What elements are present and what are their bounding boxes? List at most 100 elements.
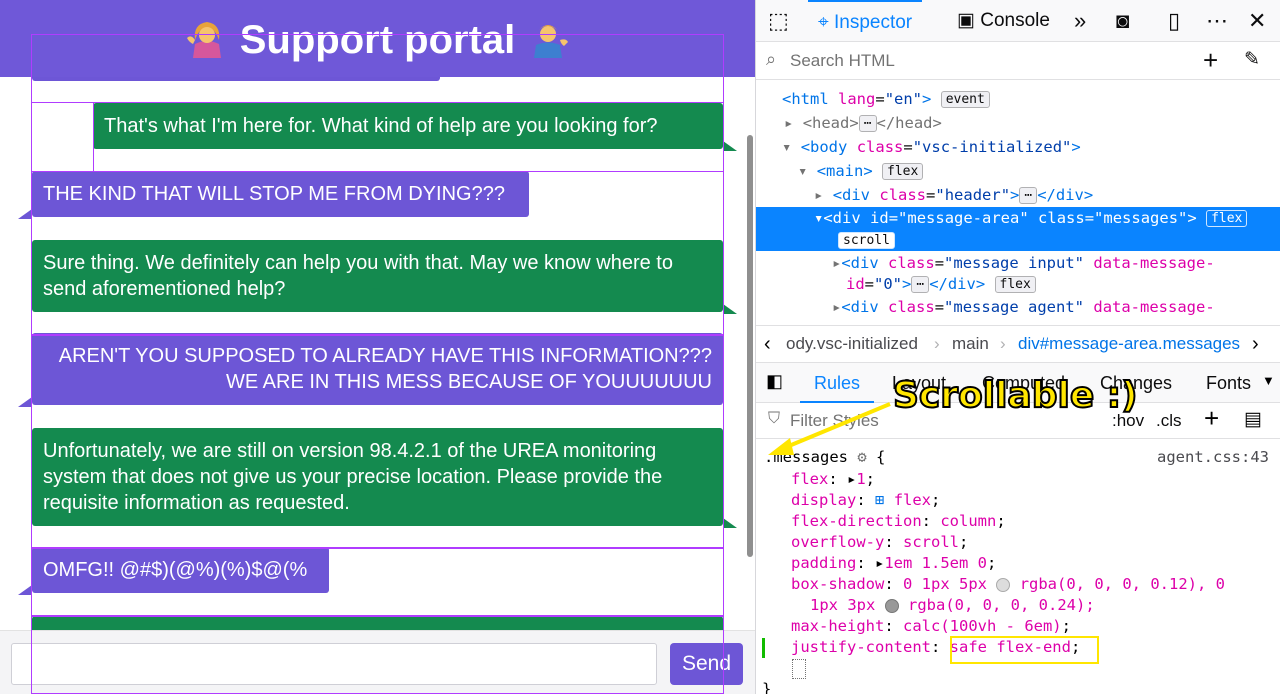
color-swatch-icon[interactable] [884, 598, 899, 613]
more-tabs-icon[interactable]: » [1074, 8, 1086, 34]
flex-badge[interactable]: flex [1206, 210, 1248, 227]
attr-value: "header" [935, 186, 1011, 204]
color-swatch-icon[interactable] [996, 577, 1011, 592]
markup-tree[interactable]: <html lang="en"> event ▸ <head> ⋯ </head> … [756, 80, 1280, 325]
expand-arrow-icon[interactable]: ▸ [832, 254, 841, 272]
sidebar-toggle-icon[interactable]: ◧ [766, 371, 783, 392]
declaration-display[interactable]: display: ⊞ flex; [791, 490, 940, 511]
tree-row-main[interactable]: ▾ <main> flex [756, 160, 1280, 182]
flex-badge[interactable]: flex [994, 276, 1036, 293]
chevron-down-icon[interactable]: ▼ [1262, 373, 1275, 388]
collapse-arrow-icon[interactable]: ▾ [782, 138, 791, 156]
message-input[interactable] [11, 643, 657, 685]
inspector-icon: ⌖ [818, 12, 829, 33]
declaration-box-shadow-cont[interactable]: 1px 3px rgba(0, 0, 0, 0.24); [810, 595, 1095, 616]
declaration-padding[interactable]: padding: ▸1em 1.5em 0; [791, 553, 996, 574]
tree-row-message-agent[interactable]: ▸<div class="message agent" data-message… [756, 296, 1280, 318]
search-icon: ⌕ [766, 49, 777, 69]
tab-fonts[interactable]: Fonts [1206, 363, 1251, 403]
header-title-text: Support portal [239, 18, 516, 62]
add-node-icon[interactable]: + [1203, 45, 1218, 76]
attr-name: class [888, 254, 935, 272]
message-agent-0: That's what I'm here for. What kind of h… [93, 103, 737, 151]
collapsed-badge[interactable]: ⋯ [1019, 187, 1038, 204]
attr-name: id [846, 275, 865, 293]
message-area[interactable]: That's what I'm here for. What kind of h… [0, 77, 755, 630]
rule-source-link[interactable]: agent.css:43 [1157, 447, 1269, 468]
support-app: That's what I'm here for. What kind of h… [0, 0, 755, 694]
cls-toggle[interactable]: .cls [1156, 411, 1182, 431]
eyedropper-icon[interactable]: ✎ [1244, 48, 1260, 71]
attr-value: "message agent" [944, 298, 1085, 316]
property-name: justify-content [791, 638, 931, 656]
filter-styles-input[interactable]: Filter Styles [790, 411, 879, 431]
annotation-label: Scrollable :) [892, 374, 1139, 417]
declaration-flex[interactable]: flex: ▸1; [791, 469, 875, 490]
tree-row-header-div[interactable]: ▸ <div class="header"> ⋯ </div> [756, 184, 1280, 206]
more-options-icon[interactable]: ⋯ [1206, 8, 1228, 34]
tab-console[interactable]: ▣ Console [951, 0, 1056, 42]
gear-icon[interactable]: ⚙ [857, 448, 866, 466]
breadcrumb-back-icon[interactable]: ‹ [764, 326, 771, 362]
tab-rules[interactable]: Rules [800, 363, 875, 403]
new-declaration-input[interactable] [792, 659, 806, 679]
declaration-flex-direction[interactable]: flex-direction: column; [791, 511, 1006, 532]
collapse-arrow-icon[interactable]: ▾ [814, 209, 823, 227]
property-name: flex-direction [791, 512, 922, 530]
message-agent-partial [32, 616, 723, 630]
close-icon[interactable]: ✕ [1248, 8, 1266, 34]
property-value: column [940, 512, 997, 530]
print-media-icon[interactable]: ▤ [1244, 408, 1262, 431]
attr-value: "0" [874, 275, 903, 293]
tag-name: <body [800, 138, 848, 156]
expand-arrow-icon[interactable]: ▸ [832, 298, 841, 316]
breadcrumb-item-body[interactable]: ody.vsc-initialized [786, 326, 918, 362]
tree-row-body[interactable]: ▾ <body class="vsc-initialized"> [756, 136, 1280, 158]
screenshot-icon[interactable]: ◙ [1116, 8, 1129, 34]
html-search-bar[interactable]: ⌕ Search HTML + ✎ [756, 42, 1280, 80]
scrollbar-thumb[interactable] [747, 135, 753, 557]
collapsed-badge[interactable]: ⋯ [858, 115, 877, 132]
devtools-panel: ⬚ ⌖ Inspector ▣ Console » ◙ ▯ ⋯ ✕ ⌕ Sear… [755, 0, 1280, 694]
collapse-arrow-icon[interactable]: ▾ [798, 162, 807, 180]
rule-selector[interactable]: .messages [764, 448, 848, 466]
property-name: box-shadow [791, 575, 885, 593]
property-value: calc(100vh - 6em) [903, 617, 1062, 635]
tree-row-message-area-selected[interactable]: ▾<div id="message-area" class="messages"… [756, 207, 1280, 251]
declaration-overflow-y[interactable]: overflow-y: scroll; [791, 532, 968, 553]
add-rule-icon[interactable]: + [1204, 403, 1219, 434]
flexbox-icon[interactable]: ⊞ [875, 491, 884, 509]
declaration-box-shadow[interactable]: box-shadow: 0 1px 5px rgba(0, 0, 0, 0.12… [791, 574, 1225, 595]
man-tipping-hand-icon [534, 25, 569, 59]
expand-arrow-icon[interactable]: ▸ [784, 114, 793, 132]
property-value: scroll [903, 533, 959, 551]
attr-name: data-message- [1093, 254, 1215, 272]
declaration-max-height[interactable]: max-height: calc(100vh - 6em); [791, 616, 1071, 637]
scroll-badge[interactable]: scroll [838, 232, 895, 249]
attr-name: id [870, 209, 889, 227]
search-input[interactable]: Search HTML [790, 51, 895, 71]
collapsed-badge[interactable]: ⋯ [911, 276, 930, 293]
element-picker-icon[interactable]: ⬚ [768, 8, 789, 34]
send-button[interactable]: Send [670, 643, 743, 685]
flex-badge[interactable]: flex [882, 163, 924, 180]
message-user-3: AREN'T YOU SUPPOSED TO ALREADY HAVE THIS… [18, 333, 723, 407]
attr-name: class [888, 298, 935, 316]
message-agent-2: Sure thing. We definitely can help you w… [32, 240, 737, 314]
tag-name: <html [782, 90, 829, 108]
message-text: AREN'T YOU SUPPOSED TO ALREADY HAVE THIS… [58, 345, 712, 393]
tree-row-message-input[interactable]: ▸<div class="message input" data-message… [756, 252, 1280, 274]
expand-arrow-icon[interactable]: ▸ [814, 186, 823, 204]
breadcrumb-item-main[interactable]: main [952, 326, 989, 362]
event-badge[interactable]: event [940, 91, 990, 108]
tab-inspector[interactable]: ⌖ Inspector [808, 0, 923, 42]
breadcrumb-item-message-area[interactable]: div#message-area.messages [1018, 326, 1240, 362]
tree-row-message-input-cont[interactable]: id="0"> ⋯ </div> flex [756, 273, 1280, 295]
responsive-design-icon[interactable]: ▯ [1168, 8, 1180, 34]
property-value: rgba(0, 0, 0, 0.12), 0 [1019, 575, 1225, 593]
page-title: Support portal [0, 0, 755, 80]
tag-name: <main> [816, 162, 873, 180]
breadcrumb-forward-icon[interactable]: › [1252, 326, 1259, 362]
tree-row-head[interactable]: ▸ <head> ⋯ </head> [756, 112, 1280, 134]
tree-row-html[interactable]: <html lang="en"> event [756, 88, 1280, 110]
